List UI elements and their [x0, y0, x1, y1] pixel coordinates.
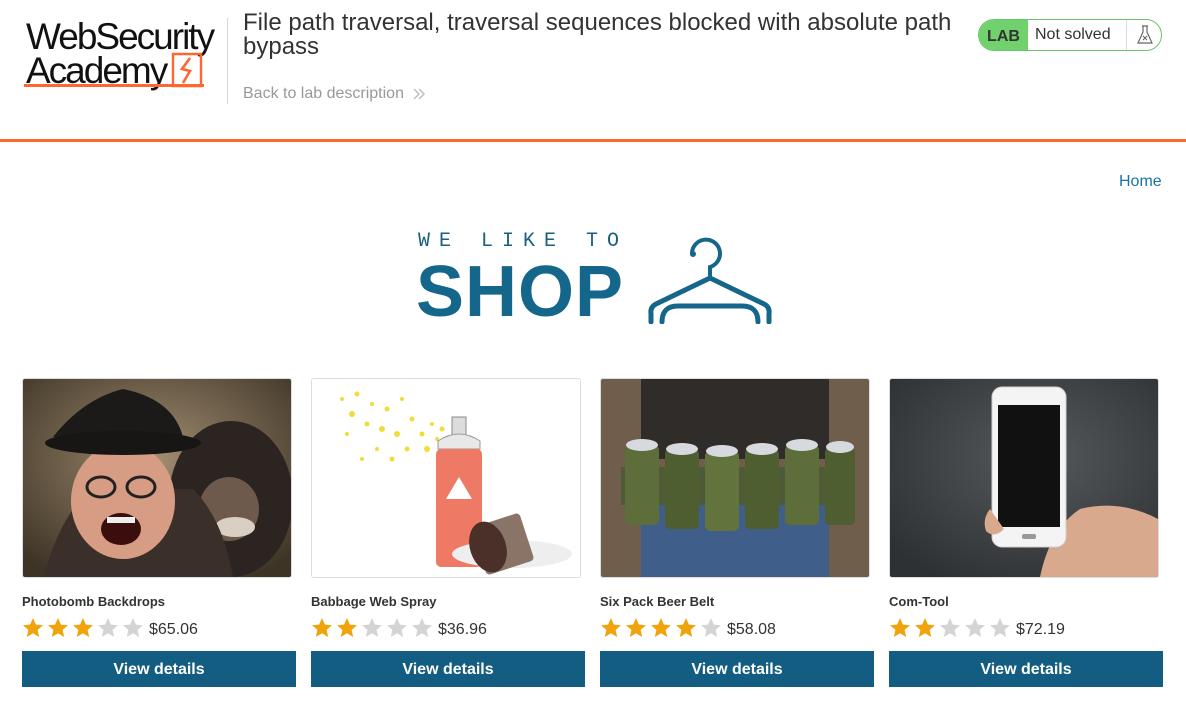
shop-banner: WE LIKE TO SHOP — [416, 232, 772, 328]
product-price: $65.06 — [149, 621, 198, 638]
star-icon — [990, 618, 1010, 637]
lab-status-text: Not solved — [1035, 26, 1111, 43]
star-icon — [362, 618, 382, 637]
star-icon — [651, 618, 671, 637]
product-image-photobomb — [22, 378, 292, 578]
back-to-lab-description-link[interactable]: Back to lab description — [243, 85, 426, 103]
product-price: $58.08 — [727, 621, 776, 638]
star-icon — [412, 618, 432, 637]
header-divider — [227, 18, 228, 104]
web-security-academy-logo[interactable]: WebSecurity Academy — [24, 18, 224, 90]
star-icon — [312, 618, 332, 637]
view-details-button[interactable]: View details — [600, 651, 874, 687]
back-link-label: Back to lab description — [243, 85, 404, 102]
star-icon — [48, 618, 68, 637]
star-icon — [940, 618, 960, 637]
star-icon — [387, 618, 407, 637]
product-card: Six Pack Beer Belt $58.08 View details — [600, 378, 874, 687]
product-rating: $72.19 — [889, 615, 1163, 639]
product-price: $36.96 — [438, 621, 487, 638]
flask-icon-container — [1126, 20, 1161, 50]
header-accent-rule — [0, 139, 1186, 142]
star-icon — [123, 618, 143, 637]
lab-label: LAB — [979, 20, 1028, 50]
product-image-beer-belt — [600, 378, 870, 578]
star-icon — [601, 618, 621, 637]
logo-underline — [24, 84, 204, 87]
product-image-com-tool — [889, 378, 1159, 578]
lab-status-badge: LAB Not solved — [978, 19, 1162, 51]
product-rating: $36.96 — [311, 615, 585, 639]
star-icon — [73, 618, 93, 637]
logo-bolt-icon — [171, 52, 203, 88]
hanger-icon — [648, 237, 772, 324]
banner-shop-word: SHOP — [416, 252, 625, 332]
lab-title: File path traversal, traversal sequences… — [243, 9, 952, 60]
product-name: Babbage Web Spray — [311, 594, 437, 609]
product-image-web-spray — [311, 378, 581, 578]
product-rating: $58.08 — [600, 615, 874, 639]
product-name: Com-Tool — [889, 594, 949, 609]
flask-icon — [1137, 25, 1153, 44]
banner-tagline: WE LIKE TO — [418, 230, 629, 253]
star-icon — [701, 618, 721, 637]
star-icon — [915, 618, 935, 637]
view-details-button[interactable]: View details — [22, 651, 296, 687]
home-link[interactable]: Home — [1119, 173, 1162, 191]
product-name: Six Pack Beer Belt — [600, 594, 715, 609]
page-header: WebSecurity Academy File path traversal,… — [0, 0, 1186, 140]
product-card: Com-Tool $72.19 View details — [889, 378, 1163, 687]
product-price: $72.19 — [1016, 621, 1065, 638]
star-icon — [23, 618, 43, 637]
star-icon — [965, 618, 985, 637]
product-name: Photobomb Backdrops — [22, 594, 166, 609]
star-icon — [676, 618, 696, 637]
double-chevron-right-icon — [413, 88, 425, 100]
star-icon — [890, 618, 910, 637]
product-rating: $65.06 — [22, 615, 296, 639]
product-card: Photobomb Backdrops $65.06 View details — [22, 378, 296, 687]
star-icon — [337, 618, 357, 637]
view-details-button[interactable]: View details — [311, 651, 585, 687]
view-details-button[interactable]: View details — [889, 651, 1163, 687]
star-icon — [626, 618, 646, 637]
product-card: Babbage Web Spray $36.96 View details — [311, 378, 585, 687]
star-icon — [98, 618, 118, 637]
